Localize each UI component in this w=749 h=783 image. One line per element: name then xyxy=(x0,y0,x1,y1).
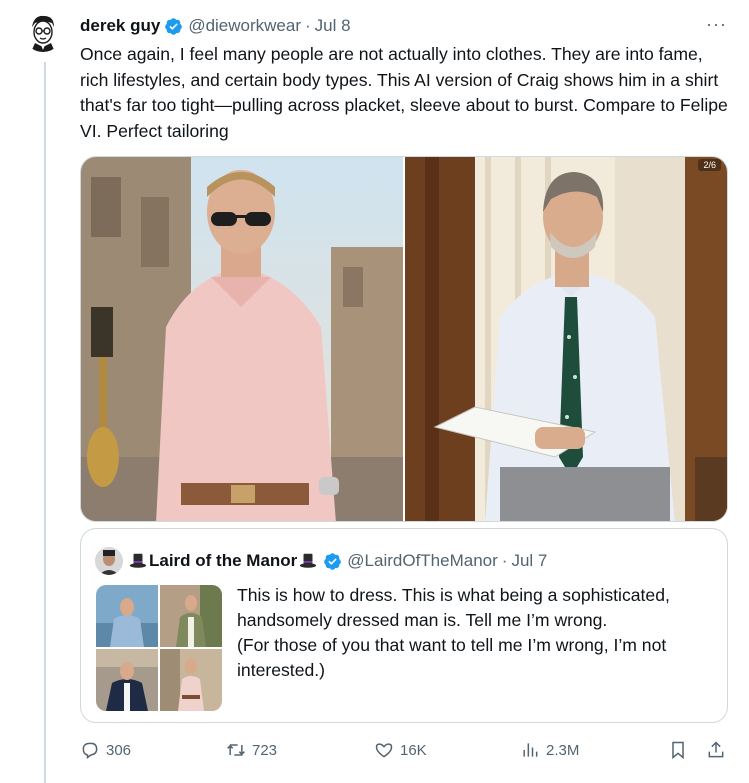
quote-date[interactable]: Jul 7 xyxy=(511,551,547,571)
author-avatar[interactable] xyxy=(23,12,63,52)
author-name[interactable]: derek guy xyxy=(80,16,160,36)
media-counter-badge: 2/6 xyxy=(698,159,721,171)
quote-header: Laird of the Manor @LairdOfTheManor · Ju… xyxy=(95,547,547,575)
tweet-media[interactable]: 2/6 xyxy=(80,156,728,522)
like-count: 16K xyxy=(400,741,427,759)
repost-button[interactable]: 723 xyxy=(226,740,277,760)
verified-badge-icon xyxy=(165,17,183,35)
verified-badge-icon xyxy=(324,552,342,570)
quoted-tweet[interactable]: Laird of the Manor @LairdOfTheManor · Ju… xyxy=(80,528,728,723)
top-hat-icon xyxy=(300,553,317,568)
tweet-text: Once again, I feel many people are not a… xyxy=(80,44,728,141)
quote-media-photo[interactable] xyxy=(96,585,158,647)
more-icon[interactable]: ··· xyxy=(706,14,727,35)
media-photo-craig[interactable] xyxy=(81,157,403,521)
thread-line xyxy=(44,62,46,783)
reply-icon xyxy=(82,742,98,759)
separator-dot: · xyxy=(501,551,508,570)
quote-author-avatar[interactable] xyxy=(95,547,123,575)
separator-dot: · xyxy=(305,16,311,35)
quote-media-photo[interactable] xyxy=(160,585,222,647)
quote-author-name[interactable]: Laird of the Manor xyxy=(149,551,297,571)
quote-text: This is how to dress. This is what being… xyxy=(237,583,717,683)
quote-text-line: This is how to dress. This is what being… xyxy=(237,585,670,630)
quote-media-grid[interactable] xyxy=(96,585,222,711)
media-photo-felipe[interactable]: 2/6 xyxy=(405,157,727,521)
views-button[interactable]: 2.3M xyxy=(520,740,579,760)
quote-media-photo[interactable] xyxy=(160,649,222,711)
quote-text-line: (For those of you that want to tell me I… xyxy=(237,635,667,680)
quote-author-handle[interactable]: @LairdOfTheManor xyxy=(347,551,498,571)
bookmark-icon[interactable] xyxy=(668,740,688,760)
like-button[interactable]: 16K xyxy=(374,740,427,760)
action-bar: 306 723 16K 2.3M xyxy=(80,740,730,764)
repost-count: 723 xyxy=(252,741,278,759)
author-handle[interactable]: @dieworkwear xyxy=(188,16,301,36)
like-icon xyxy=(375,743,393,758)
reply-button[interactable]: 306 xyxy=(80,740,131,760)
tweet-date[interactable]: Jul 8 xyxy=(315,16,351,36)
views-icon xyxy=(523,743,538,757)
views-count: 2.3M xyxy=(546,741,580,759)
quote-media-photo[interactable] xyxy=(96,649,158,711)
top-hat-icon xyxy=(129,553,147,568)
tweet-header: derek guy @dieworkwear · Jul 8 xyxy=(80,14,351,38)
repost-icon xyxy=(227,744,245,756)
share-icon[interactable] xyxy=(706,740,726,760)
reply-count: 306 xyxy=(106,741,132,759)
